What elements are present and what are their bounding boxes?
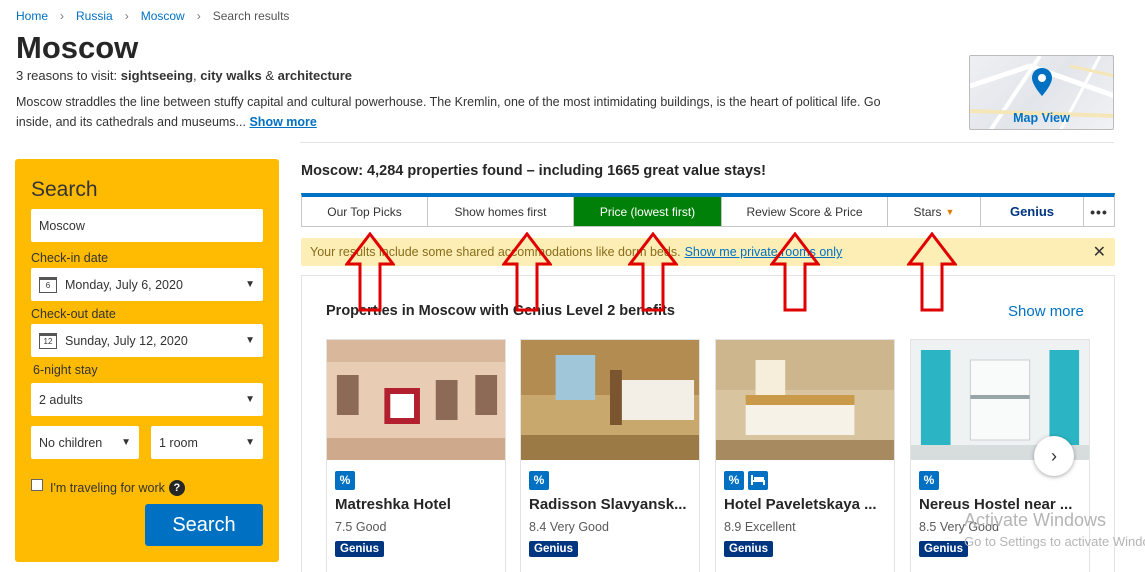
breadcrumb-separator-icon: › bbox=[124, 9, 129, 23]
sort-tab-stars-label: Stars bbox=[913, 204, 942, 219]
sort-tab-price-lowest[interactable]: Price (lowest first) bbox=[574, 197, 722, 226]
annotation-arrow-up-icon bbox=[628, 232, 678, 312]
chevron-down-icon: ▼ bbox=[245, 279, 255, 290]
breadcrumb-separator-icon: › bbox=[60, 9, 65, 23]
watermark-subtitle: Go to Settings to activate Windows. bbox=[964, 534, 1145, 549]
sort-bar: Our Top Picks Show homes first Price (lo… bbox=[301, 193, 1115, 227]
show-more-link[interactable]: Show more bbox=[249, 115, 316, 129]
breadcrumb-separator-icon: › bbox=[196, 9, 201, 23]
annotation-arrow-up-icon bbox=[345, 232, 395, 312]
work-travel-text: I'm traveling for work bbox=[50, 481, 165, 495]
sort-tab-review-score-price[interactable]: Review Score & Price bbox=[722, 197, 888, 226]
sort-tab-homes-first[interactable]: Show homes first bbox=[428, 197, 574, 226]
visit-reasons: 3 reasons to visit: sightseeing, city wa… bbox=[16, 68, 352, 83]
property-card[interactable]: % Matreshka Hotel 7.5 Good Genius bbox=[326, 339, 506, 572]
calendar-icon: 6 bbox=[39, 276, 57, 293]
close-icon[interactable]: ✕ bbox=[1093, 242, 1106, 262]
deal-badges: % bbox=[724, 471, 768, 490]
property-photo bbox=[716, 340, 894, 460]
carousel-next-button[interactable]: › bbox=[1034, 436, 1074, 476]
map-view-label: Map View bbox=[1013, 111, 1070, 125]
property-name[interactable]: Hotel Paveletskaya ... bbox=[724, 496, 892, 513]
caret-down-icon: ▼ bbox=[945, 206, 955, 217]
property-score: 8.4 Very Good bbox=[529, 520, 609, 534]
breadcrumb-country-link[interactable]: Russia bbox=[76, 9, 113, 23]
map-pin-icon bbox=[1032, 68, 1052, 96]
city-description-text: Moscow straddles the line between stuffy… bbox=[16, 95, 881, 129]
annotation-arrow-up-icon bbox=[770, 232, 820, 312]
checkin-label: Check-in date bbox=[31, 251, 109, 265]
breadcrumb-city-link[interactable]: Moscow bbox=[141, 9, 185, 23]
discount-icon: % bbox=[724, 471, 744, 490]
adults-select[interactable]: 2 adults ▼ bbox=[31, 383, 263, 416]
map-view-button[interactable]: Map View bbox=[969, 55, 1114, 130]
property-photo bbox=[521, 340, 699, 460]
discount-icon: % bbox=[919, 471, 939, 490]
property-card[interactable]: % Hotel Paveletskaya ... 8.9 Excellent G… bbox=[715, 339, 895, 572]
shared-accommodation-notice: Your results include some shared accommo… bbox=[301, 238, 1115, 266]
deal-badges: % bbox=[529, 471, 549, 490]
watermark-title: Activate Windows bbox=[964, 510, 1107, 530]
property-card[interactable]: % Radisson Slavyansk... 8.4 Very Good Ge… bbox=[520, 339, 700, 572]
genius-badge: Genius bbox=[529, 541, 578, 557]
reasons-prefix: 3 reasons to visit: bbox=[16, 68, 121, 83]
page-title: Moscow bbox=[16, 30, 139, 65]
property-score: 7.5 Good bbox=[335, 520, 387, 534]
sort-tab-top-picks[interactable]: Our Top Picks bbox=[302, 197, 428, 226]
divider bbox=[300, 142, 1114, 143]
search-panel-title: Search bbox=[31, 178, 98, 201]
checkout-label: Check-out date bbox=[31, 307, 116, 321]
property-name[interactable]: Matreshka Hotel bbox=[335, 496, 503, 513]
discount-icon: % bbox=[529, 471, 549, 490]
breadcrumb-home-link[interactable]: Home bbox=[16, 9, 48, 23]
results-heading: Moscow: 4,284 properties found – includi… bbox=[301, 163, 766, 179]
genius-badge: Genius bbox=[335, 541, 384, 557]
checkout-date-picker[interactable]: 12 Sunday, July 12, 2020 ▼ bbox=[31, 324, 263, 357]
checkout-value: Sunday, July 12, 2020 bbox=[65, 333, 188, 348]
breadcrumb: Home › Russia › Moscow › Search results bbox=[16, 9, 289, 23]
adults-value: 2 adults bbox=[39, 392, 83, 407]
chevron-down-icon: ▼ bbox=[245, 394, 255, 405]
work-travel-label: I'm traveling for work ? bbox=[50, 480, 185, 496]
rooms-select[interactable]: 1 room ▼ bbox=[151, 426, 263, 459]
reason-sightseeing: sightseeing bbox=[120, 68, 194, 83]
discount-icon: % bbox=[335, 471, 355, 490]
more-options-button[interactable]: ••• bbox=[1084, 197, 1114, 226]
genius-badge: Genius bbox=[724, 541, 773, 557]
checkin-date-picker[interactable]: 6 Monday, July 6, 2020 ▼ bbox=[31, 268, 263, 301]
calendar-icon: 12 bbox=[39, 332, 57, 349]
children-value: No children bbox=[39, 435, 103, 450]
children-select[interactable]: No children ▼ bbox=[31, 426, 139, 459]
search-button[interactable]: Search bbox=[145, 504, 263, 546]
deal-badges: % bbox=[919, 471, 939, 490]
windows-activation-watermark: Activate Windows Go to Settings to activ… bbox=[964, 510, 1145, 549]
chevron-down-icon: ▼ bbox=[121, 437, 131, 448]
checkin-value: Monday, July 6, 2020 bbox=[65, 277, 183, 292]
sort-tab-stars[interactable]: Stars ▼ bbox=[888, 197, 981, 226]
annotation-arrow-up-icon bbox=[907, 232, 957, 312]
reasons-separator: & bbox=[261, 68, 278, 83]
property-score: 8.9 Excellent bbox=[724, 520, 796, 534]
city-description: Moscow straddles the line between stuffy… bbox=[16, 92, 896, 132]
rooms-value: 1 room bbox=[159, 435, 198, 450]
bed-icon bbox=[748, 471, 768, 490]
chevron-down-icon: ▼ bbox=[245, 335, 255, 346]
reason-architecture: architecture bbox=[277, 68, 353, 83]
chevron-down-icon: ▼ bbox=[245, 437, 255, 448]
property-photo bbox=[327, 340, 505, 460]
breadcrumb-current: Search results bbox=[212, 9, 290, 23]
stay-length: 6-night stay bbox=[33, 363, 98, 377]
work-travel-checkbox[interactable] bbox=[31, 479, 43, 491]
help-icon[interactable]: ? bbox=[168, 480, 185, 496]
deal-badges: % bbox=[335, 471, 355, 490]
genius-show-more-link[interactable]: Show more bbox=[1008, 303, 1084, 320]
property-name[interactable]: Radisson Slavyansk... bbox=[529, 496, 697, 513]
reason-city-walks: city walks bbox=[200, 68, 262, 83]
annotation-arrow-up-icon bbox=[502, 232, 552, 312]
sort-tab-genius[interactable]: Genius bbox=[981, 197, 1084, 226]
destination-input[interactable]: Moscow bbox=[31, 209, 263, 242]
genius-badge: Genius bbox=[919, 541, 968, 557]
destination-value: Moscow bbox=[39, 218, 85, 233]
